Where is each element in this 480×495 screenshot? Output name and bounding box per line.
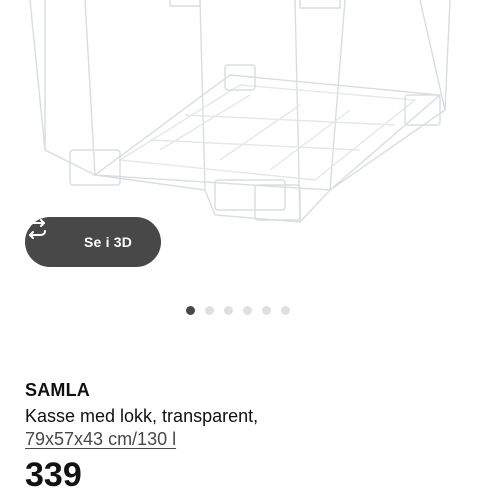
product-description: Kasse med lokk, transparent,	[25, 406, 259, 426]
image-pagination-dots	[186, 305, 290, 315]
pagination-dot-5[interactable]	[262, 305, 271, 315]
pagination-dot-3[interactable]	[224, 305, 233, 315]
product-image[interactable]: Se i 3D	[0, 0, 480, 292]
view-in-3d-button[interactable]: Se i 3D	[25, 217, 161, 267]
pagination-dot-6[interactable]	[281, 305, 290, 315]
view-in-3d-label: Se i 3D	[84, 234, 133, 250]
product-price: 339	[25, 456, 82, 494]
pagination-dot-1[interactable]	[186, 305, 195, 315]
pagination-dot-4[interactable]	[243, 305, 252, 315]
product-name: SAMLA	[25, 380, 90, 400]
rotate-3d-icon	[28, 219, 71, 254]
product-size-link[interactable]: 79x57x43 cm/130 l	[25, 429, 176, 450]
pagination-dot-2[interactable]	[205, 305, 214, 315]
